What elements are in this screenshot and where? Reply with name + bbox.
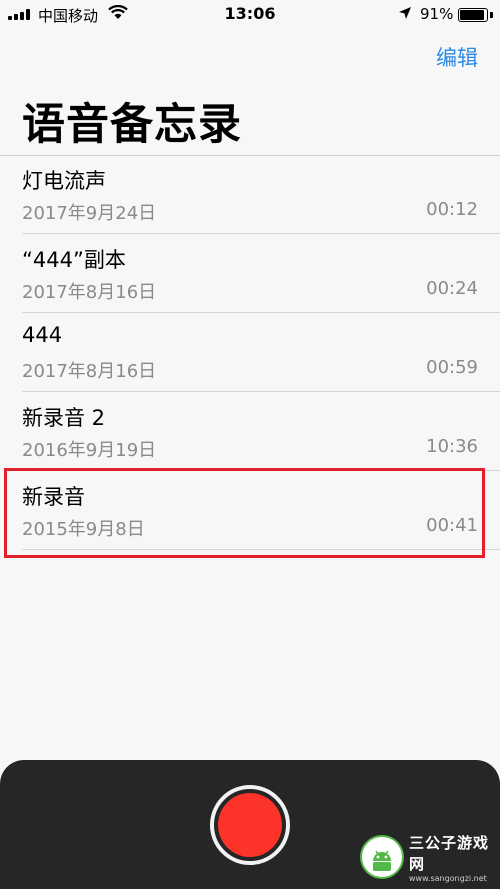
list-item[interactable]: “444”副本 2017年8月16日 00:24	[22, 234, 500, 313]
watermark-url: www.sangongzi.net	[409, 873, 487, 883]
location-arrow-icon	[398, 6, 412, 24]
recording-duration: 00:12	[426, 199, 478, 220]
list-item[interactable]: 444 2017年8月16日 00:59	[22, 313, 500, 392]
status-bar: 中国移动 13:06 91%	[0, 0, 500, 30]
record-button[interactable]	[210, 785, 290, 865]
battery-nub	[490, 12, 493, 18]
battery-level	[460, 10, 484, 20]
recording-title: 灯电流声	[22, 169, 106, 193]
android-logo-icon	[360, 835, 404, 879]
recording-date: 2017年8月16日	[22, 282, 157, 303]
battery-percent: 91%	[420, 5, 454, 23]
highlight-annotation	[4, 468, 485, 558]
list-item[interactable]: 灯电流声 2017年9月24日 00:12	[22, 155, 500, 234]
watermark-title: 三公子游戏网	[409, 833, 490, 873]
recording-date: 2016年9月19日	[22, 440, 157, 461]
watermark: 三公子游戏网 www.sangongzi.net	[360, 828, 498, 886]
recording-title: “444”副本	[22, 248, 126, 272]
recording-duration: 00:59	[426, 357, 478, 378]
recording-date: 2017年8月16日	[22, 361, 157, 382]
page-title: 语音备忘录	[22, 100, 242, 150]
list-item[interactable]: 新录音 2 2016年9月19日 10:36	[22, 392, 500, 471]
recording-title: 新录音 2	[22, 406, 106, 430]
recording-title: 444	[22, 323, 63, 347]
edit-button[interactable]: 编辑	[436, 42, 478, 72]
recording-duration: 10:36	[426, 436, 478, 457]
battery-icon	[458, 8, 488, 22]
recording-date: 2017年9月24日	[22, 203, 157, 224]
recording-duration: 00:24	[426, 278, 478, 299]
record-icon	[218, 793, 282, 857]
